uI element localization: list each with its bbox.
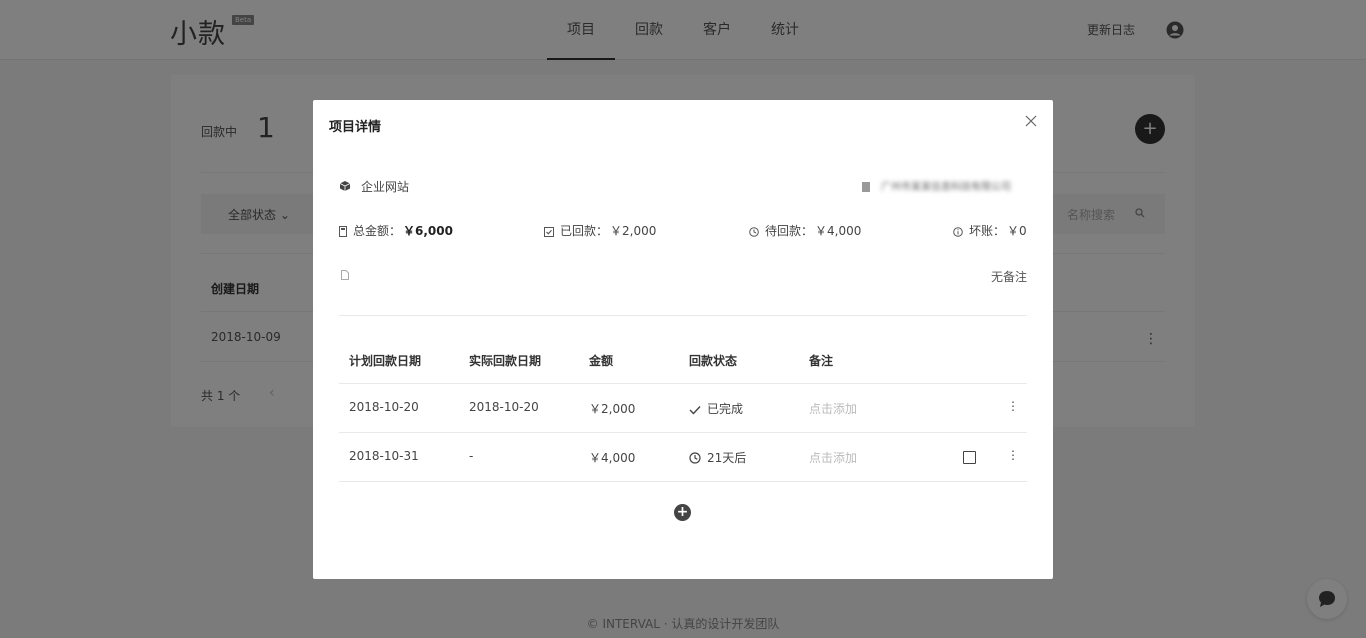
clock-icon: [689, 452, 701, 467]
check-icon: [689, 404, 701, 418]
add-payment-button[interactable]: +: [674, 504, 691, 521]
status: 已完成: [689, 400, 743, 418]
info-circle-icon: [953, 226, 963, 240]
divider: [339, 315, 1027, 316]
mark-received-checkbox[interactable]: [963, 451, 976, 464]
project-detail-modal: 项目详情 企业网站 广州市某某信息科技有限公司 总金额： ￥6,000 已回款： ￥…: [313, 100, 1053, 579]
file-icon: [341, 269, 349, 284]
building-icon: [861, 181, 871, 196]
remark-add[interactable]: 点击添加: [809, 449, 857, 466]
header-amount: 金额: [589, 354, 614, 368]
payment-schedule-table: 计划回款日期 实际回款日期 金额 回款状态 备注 2018-10-20 2018…: [339, 340, 1027, 482]
received-amount: 已回款： ￥2,000: [544, 222, 656, 240]
total-amount: 总金额： ￥6,000: [339, 222, 453, 240]
header-actual-date: 实际回款日期: [469, 354, 542, 368]
pending-amount-label: 待回款：: [765, 224, 814, 238]
client-name: 广州市某某信息科技有限公司: [881, 182, 1011, 193]
amount: ￥4,000: [589, 451, 636, 465]
planned-date: 2018-10-20: [349, 400, 419, 414]
header-planned-date: 计划回款日期: [349, 354, 422, 368]
modal-title: 项目详情: [329, 120, 382, 135]
header-status: 回款状态: [689, 354, 738, 368]
more-vertical-icon[interactable]: ⋮: [1007, 399, 1019, 413]
project-info-row: 企业网站 广州市某某信息科技有限公司: [339, 178, 1027, 198]
bad-debt-label: 坏账：: [969, 224, 1006, 238]
table-row: 2018-10-20 2018-10-20 ￥2,000 已完成 点击添加 ⋮: [339, 384, 1027, 433]
status-text: 21天后: [707, 451, 747, 465]
check-square-icon: [544, 226, 554, 240]
total-amount-label: 总金额：: [353, 224, 402, 238]
amount-summary: 总金额： ￥6,000 已回款： ￥2,000 待回款： ￥4,000 坏账： ￥0: [339, 222, 1027, 240]
more-vertical-icon[interactable]: ⋮: [1007, 448, 1019, 462]
planned-date: 2018-10-31: [349, 449, 419, 463]
actual-date: 2018-10-20: [469, 400, 539, 414]
bad-debt-value: ￥0: [1007, 224, 1027, 238]
total-amount-value: ￥6,000: [403, 224, 453, 238]
note-row: 无备注: [339, 268, 1027, 286]
header-remark: 备注: [809, 354, 834, 368]
close-icon[interactable]: [1024, 114, 1038, 128]
cube-icon: [339, 180, 351, 196]
actual-date: -: [469, 449, 474, 463]
status-text: 已完成: [707, 402, 744, 416]
clock-icon: [749, 226, 759, 240]
calculator-icon: [339, 226, 347, 240]
table-header: 计划回款日期 实际回款日期 金额 回款状态 备注: [339, 340, 1027, 384]
amount: ￥2,000: [589, 402, 636, 416]
table-row: 2018-10-31 - ￥4,000 21天后 点击添加 ⋮: [339, 433, 1027, 482]
received-amount-value: ￥2,000: [610, 224, 657, 238]
pending-amount: 待回款： ￥4,000: [749, 222, 861, 240]
remark-add[interactable]: 点击添加: [809, 400, 857, 417]
status: 21天后: [689, 449, 746, 467]
received-amount-label: 已回款：: [560, 224, 609, 238]
no-note-text[interactable]: 无备注: [991, 268, 1027, 285]
project-name: 企业网站: [361, 180, 410, 194]
bad-debt-amount: 坏账： ￥0: [953, 222, 1027, 240]
pending-amount-value: ￥4,000: [815, 224, 862, 238]
